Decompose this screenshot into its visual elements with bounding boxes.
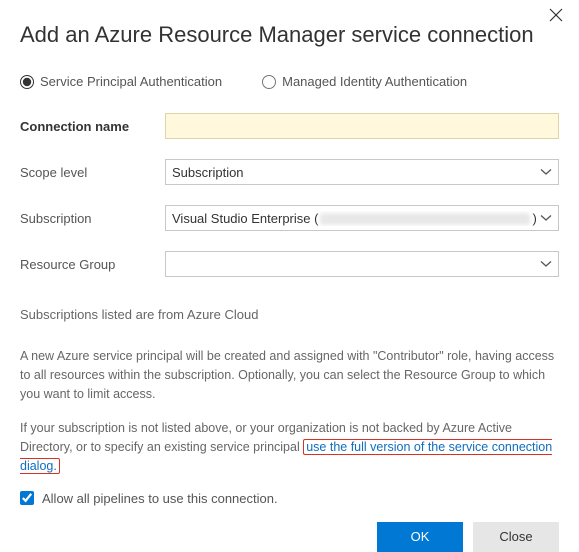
allow-pipelines-checkbox[interactable]	[20, 491, 34, 505]
radio-managed-identity-input[interactable]	[262, 75, 276, 89]
radio-service-principal-label: Service Principal Authentication	[40, 74, 222, 89]
connection-name-input[interactable]	[165, 113, 559, 139]
subscription-select[interactable]: Visual Studio Enterprise ()	[165, 205, 559, 231]
dialog-title: Add an Azure Resource Manager service co…	[20, 22, 559, 48]
close-icon-button[interactable]	[543, 6, 569, 24]
principal-description: A new Azure service principal will be cr…	[20, 347, 559, 405]
chevron-down-icon	[540, 214, 552, 222]
radio-managed-identity-label: Managed Identity Authentication	[282, 74, 467, 89]
subscription-label: Subscription	[20, 211, 165, 226]
service-connection-dialog: Add an Azure Resource Manager service co…	[0, 0, 579, 538]
radio-service-principal-input[interactable]	[20, 75, 34, 89]
cloud-source-note: Subscriptions listed are from Azure Clou…	[20, 305, 559, 325]
subscription-id-redacted	[320, 213, 530, 225]
close-button[interactable]: Close	[473, 522, 559, 552]
radio-service-principal[interactable]: Service Principal Authentication	[20, 74, 222, 89]
radio-managed-identity[interactable]: Managed Identity Authentication	[262, 74, 467, 89]
ok-button[interactable]: OK	[377, 522, 463, 552]
auth-type-group: Service Principal Authentication Managed…	[20, 74, 559, 89]
resource-group-select[interactable]	[165, 251, 559, 277]
fallback-description: If your subscription is not listed above…	[20, 419, 559, 477]
chevron-down-icon	[540, 260, 552, 268]
subscription-value: Visual Studio Enterprise ()	[172, 211, 537, 226]
scope-level-label: Scope level	[20, 165, 165, 180]
scope-level-select[interactable]: Subscription	[165, 159, 559, 185]
dialog-footer: OK Close	[20, 522, 559, 552]
scope-level-value: Subscription	[172, 165, 244, 180]
resource-group-label: Resource Group	[20, 257, 165, 272]
allow-pipelines-row: Allow all pipelines to use this connecti…	[20, 491, 559, 506]
close-icon	[549, 8, 563, 22]
connection-name-label: Connection name	[20, 119, 165, 134]
chevron-down-icon	[540, 168, 552, 176]
allow-pipelines-label[interactable]: Allow all pipelines to use this connecti…	[42, 491, 278, 506]
